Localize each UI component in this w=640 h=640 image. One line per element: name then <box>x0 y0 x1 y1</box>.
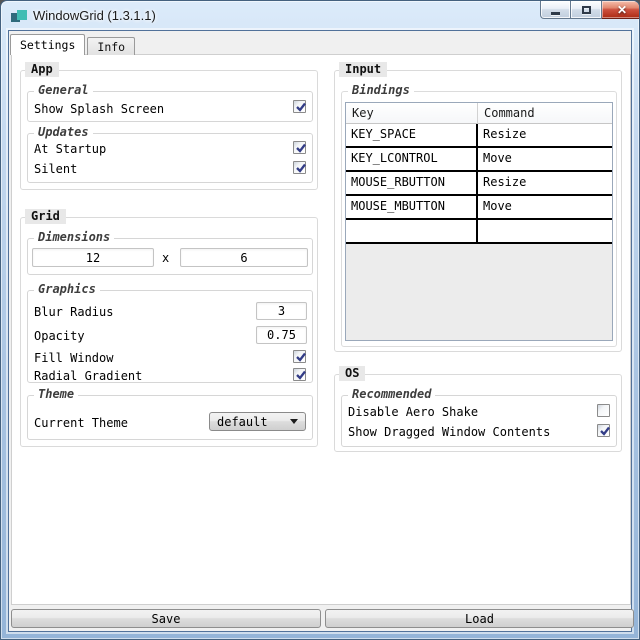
input-groupbox: Input Bindings KeyCommandKEY_SPACEResize… <box>334 70 622 352</box>
binding-row[interactable]: MOUSE_MBUTTONMove <box>346 196 612 220</box>
radial-gradient-label: Radial Gradient <box>34 369 142 383</box>
show-dragged-window-contents-checkbox[interactable] <box>597 424 610 437</box>
tab-info[interactable]: Info <box>87 37 135 55</box>
binding-command-cell: Move <box>478 148 612 170</box>
theme-box: Theme Current Theme default <box>27 395 313 440</box>
current-theme-label: Current Theme <box>34 416 128 430</box>
at-startup-checkbox[interactable] <box>293 141 306 154</box>
os-group-label: OS <box>339 366 365 381</box>
updates-label: Updates <box>34 126 93 139</box>
minimize-icon <box>551 12 560 15</box>
recommended-box: Recommended Disable Aero Shake Show Drag… <box>341 395 617 447</box>
binding-command-cell <box>478 220 612 242</box>
disable-aero-shake-label: Disable Aero Shake <box>348 405 478 419</box>
binding-key-cell: MOUSE_RBUTTON <box>346 172 478 194</box>
binding-key-cell: KEY_SPACE <box>346 124 478 146</box>
binding-command-cell: Resize <box>478 172 612 194</box>
binding-row[interactable]: MOUSE_RBUTTONResize <box>346 172 612 196</box>
show-splash-screen-checkbox[interactable] <box>293 100 306 113</box>
table-empty-area <box>346 244 612 340</box>
blur-radius-input[interactable] <box>256 302 307 320</box>
theme-label: Theme <box>34 388 78 401</box>
windowgrid-logo-icon <box>11 8 27 24</box>
show-splash-screen-label: Show Splash Screen <box>34 102 164 116</box>
bindings-box: Bindings KeyCommandKEY_SPACEResizeKEY_LC… <box>341 91 617 347</box>
table-header-row: KeyCommand <box>346 103 612 124</box>
column-header-key[interactable]: Key <box>346 103 478 124</box>
recommended-label: Recommended <box>348 388 435 401</box>
binding-row[interactable]: KEY_LCONTROLMove <box>346 148 612 172</box>
load-button[interactable]: Load <box>325 609 634 628</box>
tab-strip: Settings Info <box>10 33 135 55</box>
opacity-input[interactable] <box>256 326 307 344</box>
bindings-label: Bindings <box>348 84 414 97</box>
binding-row[interactable] <box>346 220 612 244</box>
fill-window-label: Fill Window <box>34 351 113 365</box>
binding-row[interactable]: KEY_SPACEResize <box>346 124 612 148</box>
show-dragged-window-contents-label: Show Dragged Window Contents <box>348 425 550 439</box>
bindings-table[interactable]: KeyCommandKEY_SPACEResizeKEY_LCONTROLMov… <box>345 102 613 341</box>
disable-aero-shake-checkbox[interactable] <box>597 404 610 417</box>
blur-radius-label: Blur Radius <box>34 305 113 319</box>
app-groupbox: App General Show Splash Screen Updates A… <box>20 70 318 190</box>
window-title: WindowGrid (1.3.1.1) <box>33 8 156 23</box>
input-group-label: Input <box>339 62 387 77</box>
updates-box: Updates At Startup Silent <box>27 133 313 183</box>
radial-gradient-checkbox[interactable] <box>293 368 306 381</box>
binding-key-cell: KEY_LCONTROL <box>346 148 478 170</box>
column-header-command[interactable]: Command <box>478 103 612 124</box>
general-label: General <box>34 84 93 97</box>
chevron-down-icon <box>290 419 298 424</box>
grid-group-label: Grid <box>25 209 66 224</box>
tab-settings[interactable]: Settings <box>10 34 85 55</box>
silent-label: Silent <box>34 162 77 176</box>
binding-key-cell <box>346 220 478 242</box>
grid-width-input[interactable] <box>32 248 154 267</box>
theme-select[interactable]: default <box>209 412 306 431</box>
silent-checkbox[interactable] <box>293 161 306 174</box>
app-group-label: App <box>25 62 59 77</box>
minimize-button[interactable] <box>540 1 571 19</box>
title-bar[interactable]: WindowGrid (1.3.1.1) <box>8 1 632 30</box>
graphics-box: Graphics Blur Radius Opacity Fill Window… <box>27 290 313 383</box>
settings-page: App General Show Splash Screen Updates A… <box>11 54 631 605</box>
maximize-button[interactable] <box>571 1 602 19</box>
app-window: WindowGrid (1.3.1.1) ✕ Settings Info App… <box>0 0 640 640</box>
close-button[interactable]: ✕ <box>602 1 640 19</box>
grid-groupbox: Grid Dimensions x Graphics Blur Radius O… <box>20 217 318 447</box>
close-icon: ✕ <box>617 4 627 16</box>
client-area: Settings Info App General Show Splash Sc… <box>8 30 632 632</box>
opacity-label: Opacity <box>34 329 85 343</box>
os-groupbox: OS Recommended Disable Aero Shake Show D… <box>334 374 622 452</box>
binding-command-cell: Move <box>478 196 612 218</box>
dimensions-label: Dimensions <box>34 231 114 244</box>
maximize-icon <box>582 6 591 14</box>
general-box: General Show Splash Screen <box>27 91 313 122</box>
binding-command-cell: Resize <box>478 124 612 146</box>
caption-buttons: ✕ <box>540 1 640 19</box>
dimensions-box: Dimensions x <box>27 238 313 275</box>
graphics-label: Graphics <box>34 283 100 296</box>
theme-select-value: default <box>217 415 290 429</box>
at-startup-label: At Startup <box>34 142 106 156</box>
binding-key-cell: MOUSE_MBUTTON <box>346 196 478 218</box>
dimensions-separator: x <box>162 251 169 265</box>
grid-height-input[interactable] <box>180 248 308 267</box>
save-button[interactable]: Save <box>11 609 321 628</box>
fill-window-checkbox[interactable] <box>293 350 306 363</box>
